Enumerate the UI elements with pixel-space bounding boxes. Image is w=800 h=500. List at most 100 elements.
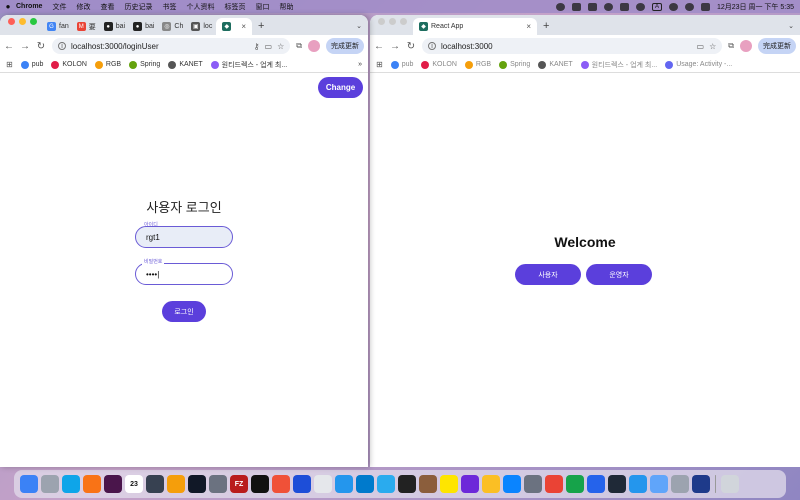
new-tab-button[interactable]: +	[252, 20, 270, 35]
site-info-icon[interactable]: i	[58, 42, 66, 50]
menu-chrome[interactable]: Chrome	[16, 3, 42, 10]
browser-tab[interactable]: Gfan	[43, 18, 73, 35]
reload-icon[interactable]: ↻	[406, 41, 416, 52]
dropbox-icon[interactable]	[619, 2, 629, 11]
dock-filezilla-icon[interactable]: FZ	[230, 475, 248, 493]
forward-icon[interactable]: →	[390, 41, 400, 52]
minimize-window-button[interactable]	[19, 17, 26, 25]
menu-window[interactable]: 窗口	[255, 2, 269, 12]
dock-calculator-icon[interactable]	[146, 475, 164, 493]
extensions-icon[interactable]: ⧉	[728, 41, 734, 51]
tab-react-app[interactable]: ◆ React App ×	[413, 18, 537, 35]
reload-icon[interactable]: ↻	[36, 41, 46, 52]
dock-preview-icon[interactable]	[650, 475, 668, 493]
apple-menu-icon[interactable]: ●	[0, 2, 16, 11]
dock-calendar-icon[interactable]: 23	[125, 475, 143, 493]
bookmark-item[interactable]: 원티드렉스 - 업계 최...	[580, 60, 657, 70]
cast-icon[interactable]: ▭	[697, 42, 705, 51]
control-center-icon[interactable]	[700, 2, 710, 11]
menu-tabs[interactable]: 标签页	[224, 2, 245, 12]
menubar-clock[interactable]: 12月23日 周一 下午 5:35	[717, 2, 794, 12]
password-field[interactable]: 비밀번호 ••••|	[135, 258, 233, 285]
close-window-button[interactable]	[378, 17, 385, 25]
dock-vscode-icon[interactable]	[356, 475, 374, 493]
dock-notes-yellow-icon[interactable]	[482, 475, 500, 493]
update-button[interactable]: 完成更新	[758, 38, 796, 54]
dock-numbers-icon[interactable]	[566, 475, 584, 493]
zoom-window-button[interactable]	[30, 17, 37, 25]
dock-photos-icon[interactable]	[83, 475, 101, 493]
dock-shortcuts-icon[interactable]	[461, 475, 479, 493]
address-bar[interactable]: i localhost:3000 ▭ ☆	[422, 38, 723, 54]
browser-tab[interactable]: ◎ Ch	[158, 18, 187, 35]
bookmark-item[interactable]: KANET	[538, 60, 573, 70]
dock-finder-icon[interactable]	[20, 475, 38, 493]
gear-icon[interactable]	[635, 2, 645, 11]
bookmark-item[interactable]: Spring	[129, 60, 160, 70]
profile-avatar[interactable]	[740, 40, 752, 52]
dock-xcode-icon[interactable]	[293, 475, 311, 493]
dock-trash-icon[interactable]	[721, 475, 739, 493]
display-icon[interactable]	[587, 2, 597, 11]
admin-role-button[interactable]: 운영자	[586, 264, 652, 285]
menu-profiles[interactable]: 个人资料	[186, 2, 214, 12]
update-button[interactable]: 完成更新	[326, 38, 364, 54]
play-icon[interactable]	[603, 2, 613, 11]
dock-unity-icon[interactable]	[398, 475, 416, 493]
dock-docker-icon[interactable]	[335, 475, 353, 493]
dock-kakaotalk-icon[interactable]	[440, 475, 458, 493]
tab-search-icon[interactable]: ⌄	[356, 22, 368, 35]
browser-tab[interactable]: ▣ loc	[187, 18, 216, 35]
change-button[interactable]: Change	[318, 77, 363, 98]
dock-screen-icon[interactable]	[209, 475, 227, 493]
zoom-window-button[interactable]	[400, 17, 407, 25]
browser-tab[interactable]: ● bai	[100, 18, 129, 35]
extensions-icon[interactable]: ⧉	[296, 41, 302, 51]
menu-history[interactable]: 历史记录	[124, 2, 152, 12]
menu-edit[interactable]: 修改	[76, 2, 90, 12]
apps-grid-icon[interactable]: ⊞	[6, 60, 13, 69]
menu-bookmarks[interactable]: 书签	[162, 2, 176, 12]
close-window-button[interactable]	[8, 17, 15, 25]
bookmark-item[interactable]: pub	[20, 60, 43, 70]
menu-help[interactable]: 帮助	[279, 2, 293, 12]
close-tab-icon[interactable]: ×	[241, 22, 246, 31]
browser-tab[interactable]: ● bai	[129, 18, 158, 35]
menu-file[interactable]: 文件	[52, 2, 66, 12]
dock-launchpad-icon[interactable]	[41, 475, 59, 493]
input-source-badge[interactable]: A	[651, 2, 662, 11]
user-id-field[interactable]: 아이디 rgt1	[135, 222, 233, 248]
dock-pages-icon[interactable]	[314, 475, 332, 493]
browser-tab[interactable]: ◆ ×	[216, 18, 252, 35]
dock-terminal-icon[interactable]	[188, 475, 206, 493]
bookmark-item[interactable]: Usage: Activity -...	[665, 60, 732, 70]
dock-settings-icon[interactable]	[524, 475, 542, 493]
bookmark-item[interactable]: RGB	[94, 60, 121, 70]
dock-docker-2-icon[interactable]	[629, 475, 647, 493]
tab-search-icon[interactable]: ⌄	[788, 22, 800, 35]
dock-app-store-icon[interactable]	[503, 475, 521, 493]
apps-grid-icon[interactable]: ⊞	[376, 60, 383, 69]
dock-swift-icon[interactable]	[272, 475, 290, 493]
back-icon[interactable]: ←	[374, 41, 384, 52]
dock-iterm-icon[interactable]	[251, 475, 269, 493]
minimize-window-button[interactable]	[389, 17, 396, 25]
site-info-icon[interactable]: i	[428, 42, 436, 50]
dock-chrome-icon[interactable]	[545, 475, 563, 493]
new-tab-button[interactable]: +	[537, 20, 555, 35]
dock-telegram-icon[interactable]	[377, 475, 395, 493]
password-key-icon[interactable]: ⚷	[254, 42, 260, 51]
dock-activity-icon[interactable]	[608, 475, 626, 493]
dock-quicktime-icon[interactable]	[692, 475, 710, 493]
dock-safari-icon[interactable]	[62, 475, 80, 493]
bookmark-item[interactable]: KOLON	[51, 60, 87, 70]
profile-avatar[interactable]	[308, 40, 320, 52]
dock-notes-icon[interactable]	[167, 475, 185, 493]
bookmark-item[interactable]: Spring	[499, 60, 530, 70]
bookmarks-overflow-icon[interactable]: »	[358, 61, 362, 68]
dock-archive-icon[interactable]	[419, 475, 437, 493]
browser-tab[interactable]: M要	[73, 18, 100, 35]
address-bar[interactable]: i localhost:3000/loginUser ⚷ ▭ ☆	[52, 38, 291, 54]
user-role-button[interactable]: 사용자	[515, 264, 581, 285]
dock-migration-icon[interactable]	[671, 475, 689, 493]
